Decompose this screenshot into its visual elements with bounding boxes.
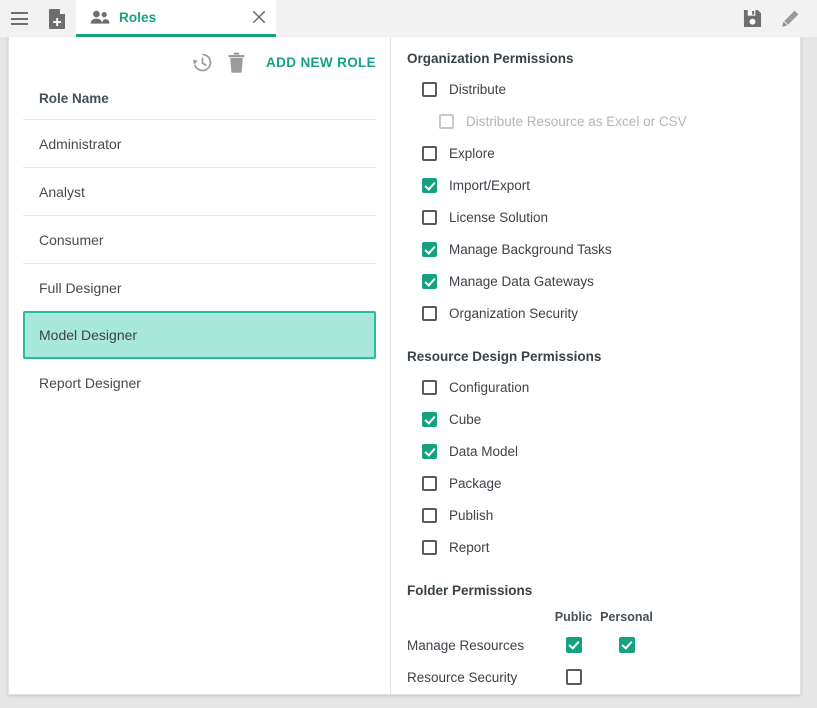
- save-icon: [743, 9, 762, 28]
- checkbox-manage-background-tasks[interactable]: [422, 242, 437, 257]
- checkbox-data-model[interactable]: [422, 444, 437, 459]
- permission-row-license-solution[interactable]: License Solution: [407, 201, 800, 233]
- folder-permissions-header-row: Public Personal: [407, 605, 800, 629]
- new-document-button[interactable]: [38, 0, 76, 37]
- cell-manage-resources-public: [547, 637, 600, 653]
- roles-list-panel: ADD NEW ROLE Role Name Administrator Ana…: [9, 37, 391, 694]
- permission-row-import-export[interactable]: Import/Export: [407, 169, 800, 201]
- checkbox-explore[interactable]: [422, 146, 437, 161]
- cell-resource-security-public: [547, 669, 600, 685]
- checkbox-configuration[interactable]: [422, 380, 437, 395]
- permission-label: Distribute: [449, 82, 506, 97]
- permissions-panel: Organization Permissions Distribute Dist…: [391, 37, 800, 694]
- close-tab-button[interactable]: [242, 0, 276, 36]
- roles-toolbar: ADD NEW ROLE: [9, 37, 390, 87]
- permission-row-package[interactable]: Package: [407, 467, 800, 499]
- permission-label: Data Model: [449, 444, 518, 459]
- permission-row-explore[interactable]: Explore: [407, 137, 800, 169]
- permission-row-manage-background-tasks[interactable]: Manage Background Tasks: [407, 233, 800, 265]
- permission-label: Publish: [449, 508, 493, 523]
- permission-label: License Solution: [449, 210, 548, 225]
- checkbox-cube[interactable]: [422, 412, 437, 427]
- checkbox-manage-data-gateways[interactable]: [422, 274, 437, 289]
- tab-label-roles: Roles: [119, 10, 242, 25]
- list-item[interactable]: Administrator: [23, 119, 376, 167]
- delete-role-button[interactable]: [219, 45, 253, 79]
- checkbox-license-solution[interactable]: [422, 210, 437, 225]
- permission-label: Import/Export: [449, 178, 530, 193]
- role-name: Report Designer: [39, 375, 141, 391]
- permission-row-distribute[interactable]: Distribute: [407, 73, 800, 105]
- permission-label: Manage Background Tasks: [449, 242, 612, 257]
- edit-button[interactable]: [771, 0, 809, 37]
- list-item[interactable]: Report Designer: [23, 359, 376, 407]
- permission-row-configuration[interactable]: Configuration: [407, 371, 800, 403]
- role-name-column-header: Role Name: [9, 87, 390, 119]
- list-item-selected[interactable]: Model Designer: [23, 311, 376, 359]
- table-row: Resource Security: [407, 661, 800, 693]
- top-tab-bar: Roles: [0, 0, 817, 37]
- permission-row-report[interactable]: Report: [407, 531, 800, 563]
- hamburger-menu-button[interactable]: [0, 0, 38, 37]
- role-name: Analyst: [39, 184, 85, 200]
- people-icon: [90, 10, 110, 25]
- permission-label: Distribute Resource as Excel or CSV: [466, 114, 687, 129]
- permission-row-organization-security[interactable]: Organization Security: [407, 297, 800, 329]
- permission-row-data-model[interactable]: Data Model: [407, 435, 800, 467]
- tabbar-left-icons: [0, 0, 76, 37]
- folder-permissions-grid: Public Personal Manage Resources Resourc…: [407, 605, 800, 693]
- resource-design-permissions-title: Resource Design Permissions: [407, 349, 800, 364]
- history-button[interactable]: [185, 45, 219, 79]
- close-icon: [252, 10, 266, 24]
- save-button[interactable]: [733, 0, 771, 37]
- trash-icon: [228, 52, 245, 73]
- permission-row-cube[interactable]: Cube: [407, 403, 800, 435]
- tabbar-spacer: [276, 0, 733, 37]
- content-card: ADD NEW ROLE Role Name Administrator Ana…: [8, 37, 801, 695]
- permission-label: Package: [449, 476, 502, 491]
- tab-roles[interactable]: Roles: [76, 0, 276, 37]
- folder-permissions-title: Folder Permissions: [407, 583, 800, 598]
- list-item[interactable]: Full Designer: [23, 263, 376, 311]
- permission-label: Organization Security: [449, 306, 578, 321]
- permission-row-distribute-resource-excel-csv: Distribute Resource as Excel or CSV: [407, 105, 800, 137]
- checkbox-import-export[interactable]: [422, 178, 437, 193]
- role-list: Administrator Analyst Consumer Full Desi…: [9, 119, 390, 407]
- cell-manage-resources-personal: [600, 637, 653, 653]
- table-row: Manage Resources: [407, 629, 800, 661]
- permission-label: Manage Data Gateways: [449, 274, 594, 289]
- hamburger-icon: [11, 12, 28, 25]
- permission-row-manage-data-gateways[interactable]: Manage Data Gateways: [407, 265, 800, 297]
- checkbox-distribute-resource-excel-csv: [439, 114, 454, 129]
- folder-row-label: Manage Resources: [407, 638, 547, 653]
- role-name: Administrator: [39, 136, 121, 152]
- folder-row-label: Resource Security: [407, 670, 547, 685]
- permission-label: Report: [449, 540, 490, 555]
- tabbar-right-icons: [733, 0, 817, 37]
- checkbox-manage-resources-personal[interactable]: [619, 637, 635, 653]
- permission-label: Configuration: [449, 380, 529, 395]
- checkbox-publish[interactable]: [422, 508, 437, 523]
- organization-permissions-title: Organization Permissions: [407, 51, 800, 66]
- checkbox-package[interactable]: [422, 476, 437, 491]
- list-item[interactable]: Consumer: [23, 215, 376, 263]
- checkbox-organization-security[interactable]: [422, 306, 437, 321]
- checkbox-report[interactable]: [422, 540, 437, 555]
- pencil-icon: [780, 9, 800, 29]
- checkbox-resource-security-public[interactable]: [566, 669, 582, 685]
- role-name: Model Designer: [39, 327, 137, 343]
- new-document-icon: [48, 8, 67, 30]
- role-name: Full Designer: [39, 280, 121, 296]
- list-item[interactable]: Analyst: [23, 167, 376, 215]
- role-name: Consumer: [39, 232, 104, 248]
- column-header-public: Public: [547, 610, 600, 624]
- column-header-personal: Personal: [600, 610, 653, 624]
- history-icon: [192, 52, 213, 73]
- add-new-role-button[interactable]: ADD NEW ROLE: [266, 55, 376, 70]
- permission-label: Explore: [449, 146, 495, 161]
- permission-label: Cube: [449, 412, 481, 427]
- permission-row-publish[interactable]: Publish: [407, 499, 800, 531]
- checkbox-distribute[interactable]: [422, 82, 437, 97]
- checkbox-manage-resources-public[interactable]: [566, 637, 582, 653]
